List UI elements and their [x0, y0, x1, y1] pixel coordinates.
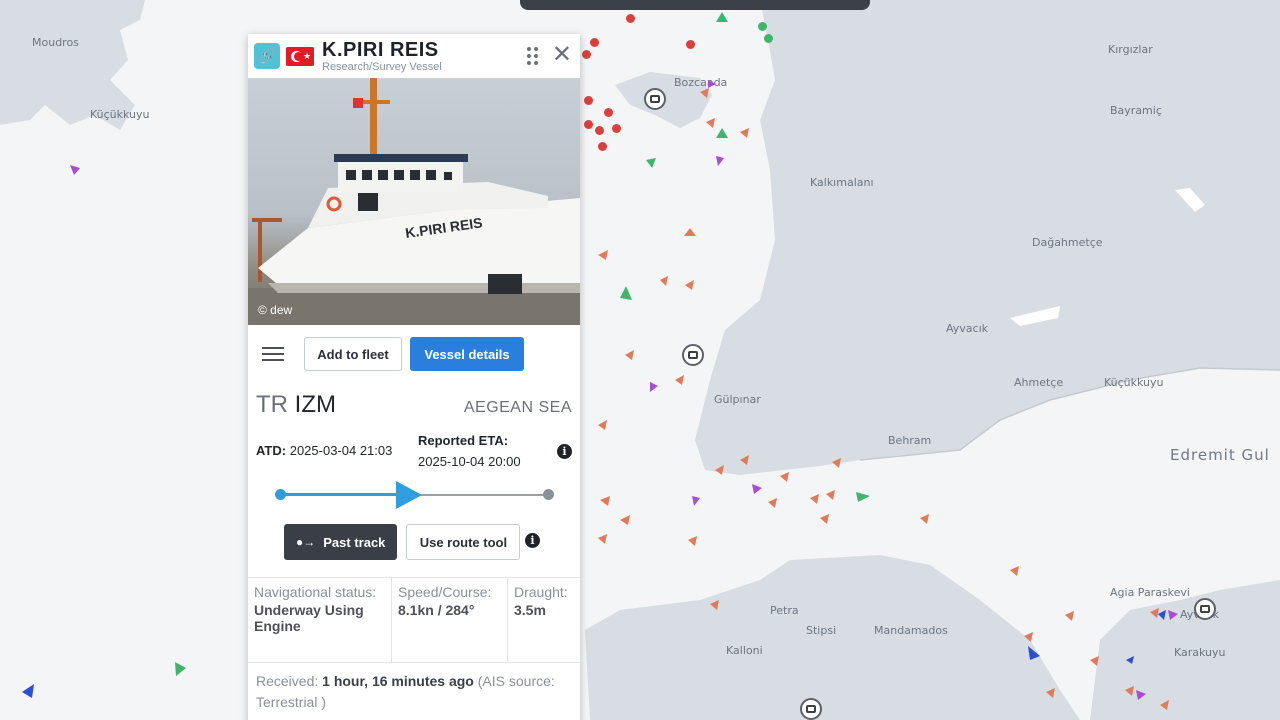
origin-country-code: TR — [256, 391, 288, 418]
vessel-details-button[interactable]: Vessel details — [410, 337, 524, 371]
atd: ATD: 2025-03-04 21:03 — [256, 443, 392, 458]
past-track-label: Past track — [323, 534, 386, 550]
origin-port-code: IZM — [294, 391, 336, 418]
panel-header: 🔗 ★ K.PIRI REIS Research/Survey Vessel ✕ — [248, 34, 580, 78]
origin-port: TR IZM — [256, 391, 336, 419]
departure-marker — [275, 489, 286, 500]
vessel-photo[interactable]: K.PIRI REIS © dew — [248, 78, 580, 325]
arrival-marker — [543, 489, 554, 500]
route-tool-button[interactable]: Use route tool — [406, 524, 521, 560]
vessel-markers[interactable] — [0, 0, 1280, 720]
route-summary: TR IZM AEGEAN SEA — [248, 373, 580, 419]
eta-label: Reported ETA: — [418, 433, 509, 448]
voyage-times: ATD: 2025-03-04 21:03 Reported ETA: 2025… — [248, 419, 580, 473]
info-icon[interactable]: i — [557, 444, 572, 459]
eta-value: 2025-10-04 20:00 — [418, 454, 521, 469]
atd-value: 2025-03-04 21:03 — [289, 443, 393, 458]
past-track-button[interactable]: ●→ Past track — [284, 524, 398, 560]
voyage-progress-bar — [248, 473, 580, 519]
info-icon[interactable]: i — [525, 533, 540, 548]
vessel-position-arrow-icon — [396, 481, 422, 509]
destination: AEGEAN SEA — [463, 399, 572, 416]
received-label: Received: — [256, 673, 319, 689]
vessel-photo-illustration: K.PIRI REIS — [248, 78, 580, 325]
vessel-type: Research/Survey Vessel — [322, 61, 442, 73]
link-icon[interactable]: 🔗 — [254, 43, 280, 69]
close-icon[interactable]: ✕ — [552, 43, 572, 67]
track-actions: ●→ Past track Use route tool i — [248, 519, 580, 563]
draught: Draught: 3.5m — [514, 584, 568, 618]
panel-actions: Add to fleet Vessel details — [248, 325, 580, 373]
turkey-flag-icon: ★ — [286, 46, 314, 66]
eta: Reported ETA: 2025-10-04 20:00 — [418, 433, 521, 469]
vessel-info-panel: 🔗 ★ K.PIRI REIS Research/Survey Vessel ✕ — [248, 34, 580, 720]
speed-course: Speed/Course: 8.1kn / 284° — [392, 578, 508, 662]
add-to-fleet-button[interactable]: Add to fleet — [304, 337, 402, 371]
map-view[interactable]: Moudros Küçükkuyu Bozcaada Bayramiç Kırg… — [0, 0, 1280, 720]
track-icon: ●→ — [296, 535, 316, 549]
received-info: Received: 1 hour, 16 minutes ago (AIS so… — [248, 662, 580, 720]
menu-icon[interactable] — [262, 347, 284, 361]
received-value: 1 hour, 16 minutes ago — [322, 673, 474, 689]
drag-handle-icon[interactable] — [527, 47, 538, 65]
vessel-name: K.PIRI REIS — [322, 39, 439, 61]
nav-status: Navigational status: Underway Using Engi… — [248, 578, 392, 662]
atd-label: ATD: — [256, 443, 287, 458]
vessel-stats: Navigational status: Underway Using Engi… — [248, 577, 580, 662]
photo-credit: © dew — [258, 303, 293, 317]
